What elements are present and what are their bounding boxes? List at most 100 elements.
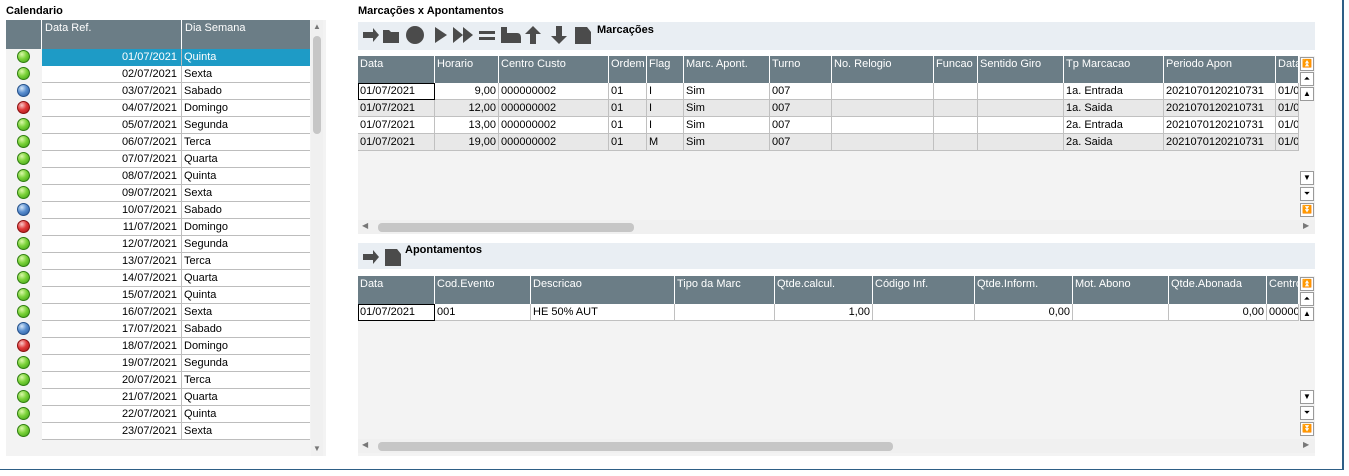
- calendar-date-cell[interactable]: 12/07/2021: [42, 236, 182, 253]
- grid-row-up-icon[interactable]: ▲: [1300, 307, 1314, 321]
- marcacoes-cell[interactable]: 000000002: [499, 83, 609, 100]
- marcacoes-header-cell[interactable]: Ordem: [609, 56, 647, 85]
- marcacoes-cell[interactable]: [978, 83, 1064, 100]
- calendar-date-cell[interactable]: 15/07/2021: [42, 287, 182, 304]
- calendar-date-cell[interactable]: 20/07/2021: [42, 372, 182, 389]
- apontamentos-header-cell[interactable]: Data: [358, 276, 435, 305]
- calendar-status-cell[interactable]: [6, 287, 42, 304]
- marcacoes-cell[interactable]: 01: [609, 117, 647, 134]
- marcacoes-cell[interactable]: 01/07/2021: [358, 83, 435, 100]
- calendar-day-cell[interactable]: Quinta: [182, 406, 310, 423]
- marcacoes-cell[interactable]: 2021070120210731: [1164, 83, 1276, 100]
- calendar-day-cell[interactable]: Quarta: [182, 270, 310, 287]
- marcacoes-header-cell[interactable]: Periodo Apon: [1164, 56, 1276, 85]
- calendar-day-cell[interactable]: Quarta: [182, 389, 310, 406]
- calendar-day-cell[interactable]: Sexta: [182, 423, 310, 440]
- calendar-date-cell[interactable]: 03/07/2021: [42, 83, 182, 100]
- apontamentos-header-cell[interactable]: Cod.Evento: [435, 276, 531, 305]
- marcacoes-cell[interactable]: 007: [770, 83, 832, 100]
- grid-page-up-icon[interactable]: ⏶: [1300, 72, 1314, 86]
- marcacoes-cell[interactable]: 01/0: [1276, 134, 1299, 151]
- calendar-day-cell[interactable]: Quinta: [182, 287, 310, 304]
- marcacoes-header-cell[interactable]: Data: [358, 56, 435, 85]
- marcacoes-cell[interactable]: Sim: [684, 83, 770, 100]
- marcacoes-cell[interactable]: [832, 83, 934, 100]
- calendar-status-cell[interactable]: [6, 236, 42, 253]
- marcacoes-cell[interactable]: 007: [770, 134, 832, 151]
- marcacoes-scroll-thumb[interactable]: [378, 223, 634, 232]
- calendar-status-cell[interactable]: [6, 321, 42, 338]
- calendar-header-day[interactable]: Dia Semana: [182, 20, 310, 49]
- calendar-date-cell[interactable]: 04/07/2021: [42, 100, 182, 117]
- calendar-status-cell[interactable]: [6, 185, 42, 202]
- apontamentos-cell[interactable]: [1073, 304, 1169, 321]
- calendar-day-cell[interactable]: Terca: [182, 372, 310, 389]
- marcacoes-cell[interactable]: [832, 134, 934, 151]
- calendar-day-cell[interactable]: Domingo: [182, 219, 310, 236]
- calendar-day-cell[interactable]: Domingo: [182, 100, 310, 117]
- marcacoes-header-cell[interactable]: Data: [1276, 56, 1299, 85]
- marcacoes-cell[interactable]: 01/07/2021: [358, 134, 435, 151]
- calendar-date-cell[interactable]: 06/07/2021: [42, 134, 182, 151]
- calendar-row[interactable]: 19/07/2021 Segunda: [6, 355, 310, 372]
- calendar-status-cell[interactable]: [6, 389, 42, 406]
- marcacoes-cell[interactable]: 1a. Entrada: [1064, 83, 1164, 100]
- grid-first-icon[interactable]: ⏫: [1300, 57, 1314, 71]
- calendar-row[interactable]: 09/07/2021 Sexta: [6, 185, 310, 202]
- marcacoes-cell[interactable]: I: [647, 100, 684, 117]
- scroll-left-icon[interactable]: ◀: [362, 221, 368, 230]
- marcacoes-cell[interactable]: 1a. Saida: [1064, 100, 1164, 117]
- calendar-status-cell[interactable]: [6, 168, 42, 185]
- marcacoes-cell[interactable]: [978, 100, 1064, 117]
- calendar-date-cell[interactable]: 16/07/2021: [42, 304, 182, 321]
- marcacoes-cell[interactable]: 01/0: [1276, 100, 1299, 117]
- marcacoes-cell[interactable]: 01/0: [1276, 117, 1299, 134]
- calendar-status-cell[interactable]: [6, 253, 42, 270]
- calendar-day-cell[interactable]: Sabado: [182, 83, 310, 100]
- marcacoes-cell[interactable]: 01: [609, 134, 647, 151]
- calendar-date-cell[interactable]: 05/07/2021: [42, 117, 182, 134]
- calendar-row[interactable]: 05/07/2021 Segunda: [6, 117, 310, 134]
- marcacoes-cell[interactable]: 01/0: [1276, 83, 1299, 100]
- marcacoes-cell[interactable]: Sim: [684, 100, 770, 117]
- marcacoes-header-cell[interactable]: Turno: [770, 56, 832, 85]
- calendar-date-cell[interactable]: 19/07/2021: [42, 355, 182, 372]
- table-row[interactable]: 01/07/2021 001 HE 50% AUT 1,00 0,00 0,00 00000: [358, 304, 1299, 321]
- marcacoes-cell[interactable]: 000000002: [499, 134, 609, 151]
- marcacoes-cell[interactable]: Sim: [684, 134, 770, 151]
- apontamentos-cell[interactable]: 1,00: [775, 304, 873, 321]
- calendar-status-cell[interactable]: [6, 83, 42, 100]
- apontamentos-cell[interactable]: 01/07/2021: [358, 304, 435, 321]
- calendar-day-cell[interactable]: Sexta: [182, 304, 310, 321]
- apontamentos-header-cell[interactable]: Qtde.Inform.: [975, 276, 1073, 305]
- calendar-date-cell[interactable]: 01/07/2021: [42, 49, 182, 66]
- calendar-header-date[interactable]: Data Ref.: [42, 20, 182, 49]
- calendar-date-cell[interactable]: 07/07/2021: [42, 151, 182, 168]
- apontamentos-header-cell[interactable]: Qtde.calcul.: [775, 276, 873, 305]
- grid-last-icon[interactable]: ⏬: [1300, 422, 1314, 436]
- tag-icon[interactable]: [574, 26, 592, 44]
- calendar-day-cell[interactable]: Sexta: [182, 66, 310, 83]
- apontamentos-scroll-thumb[interactable]: [378, 442, 893, 451]
- marcacoes-cell[interactable]: [934, 134, 978, 151]
- calendar-day-cell[interactable]: Sabado: [182, 321, 310, 338]
- marcacoes-cell[interactable]: 2a. Entrada: [1064, 117, 1164, 134]
- grid-first-icon[interactable]: ⏫: [1300, 277, 1314, 291]
- calendar-row[interactable]: 21/07/2021 Quarta: [6, 389, 310, 406]
- marcacoes-cell[interactable]: 2021070120210731: [1164, 117, 1276, 134]
- calendar-status-cell[interactable]: [6, 304, 42, 321]
- marcacoes-cell[interactable]: [832, 117, 934, 134]
- marcacoes-cell[interactable]: 01: [609, 83, 647, 100]
- calendar-row[interactable]: 06/07/2021 Terca: [6, 134, 310, 151]
- play-icon[interactable]: [432, 26, 450, 44]
- marcacoes-horizontal-scrollbar[interactable]: ◀ ▶: [358, 220, 1315, 234]
- arrow-up-icon[interactable]: [524, 26, 542, 44]
- calendar-day-cell[interactable]: Terca: [182, 253, 310, 270]
- marcacoes-cell[interactable]: [934, 100, 978, 117]
- calendar-day-cell[interactable]: Quinta: [182, 49, 310, 66]
- fast-forward-icon[interactable]: [452, 26, 474, 44]
- calendar-scroll-thumb[interactable]: [313, 36, 321, 134]
- table-row[interactable]: 01/07/2021 12,00 000000002 01 I Sim 007 1a. Sai…: [358, 100, 1299, 117]
- calendar-row[interactable]: 22/07/2021 Quinta: [6, 406, 310, 423]
- grid-page-up-icon[interactable]: ⏶: [1300, 292, 1314, 306]
